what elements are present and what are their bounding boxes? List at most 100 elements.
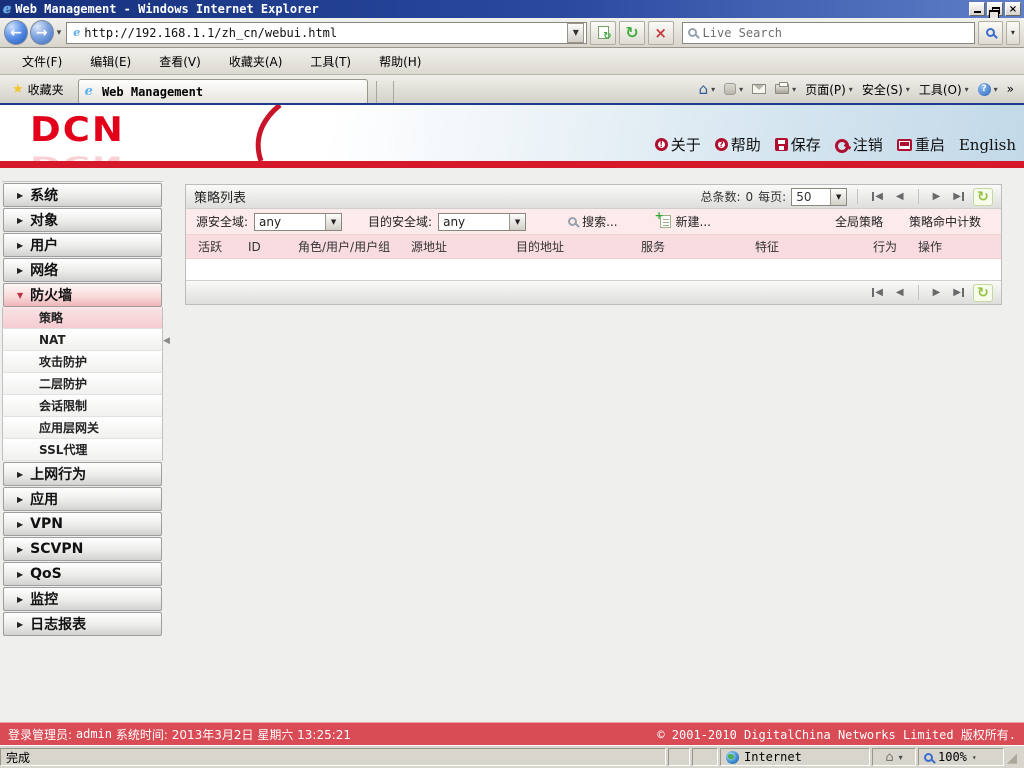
save-link[interactable]: 保存 [774,134,821,155]
panel-title: 策略列表 [194,191,247,206]
next-page-button[interactable]: ▶ [929,191,945,202]
stop-button[interactable]: × [647,20,674,45]
close-button[interactable]: × [1005,2,1021,16]
menu-file[interactable]: 文件(F) [8,50,76,73]
sidebar-item-firewall[interactable]: ▼ 防火墙 [3,283,162,307]
src-zone-select[interactable]: any ▼ [254,212,343,231]
dst-zone-select[interactable]: any ▼ [438,212,527,231]
policy-hit-count-link[interactable]: 策略命中计数 [899,213,991,230]
dropdown-icon: ▼ [325,213,342,230]
help-button[interactable]: ? ▾ [977,82,998,96]
protected-mode-button[interactable]: ⌂ ▾ [872,748,916,766]
favorites-label: 收藏夹 [27,82,64,97]
overflow-chevron[interactable]: » [1007,82,1014,96]
global-policy-link[interactable]: 全局策略 [825,213,893,230]
favorites-button[interactable]: ★ 收藏夹 [4,78,72,101]
sidebar-item-user[interactable]: ▶ 用户 [3,233,162,257]
save-label: 保存 [790,136,821,154]
sidebar-item-application[interactable]: ▶ 应用 [3,487,162,511]
new-policy-button[interactable]: 新建... [655,209,711,230]
next-page-icon: ▶ [932,287,941,298]
tab-web-management[interactable]: e Web Management [77,79,368,103]
new-tab-stub[interactable] [375,81,394,103]
sidebar-item-scvpn[interactable]: ▶ SCVPN [3,537,162,561]
dropdown-icon: ▾ [898,752,903,762]
zoom-icon [924,752,933,762]
about-link[interactable]: ! 关于 [654,134,701,155]
sidebar-item-web-behavior[interactable]: ▶ 上网行为 [3,462,162,486]
home-button[interactable]: ⌂ ▾ [699,80,716,98]
zoom-control[interactable]: 100% ▾ [918,748,1004,766]
help-link[interactable]: ? 帮助 [714,134,761,155]
dcn-header: DCN DCN !关于 ?帮助 保存 注销 重启 English [0,105,1024,161]
sidebar-item-label: 上网行为 [30,467,87,483]
live-search-input[interactable]: Live Search [681,21,975,44]
sidebar-item-log-report[interactable]: ▶ 日志报表 [3,612,162,636]
address-input[interactable]: e http://192.168.1.1/zh_cn/webui.html ▼ [66,21,588,44]
search-icon [687,28,697,37]
save-icon [774,138,788,151]
restore-button[interactable] [987,2,1003,20]
language-link[interactable]: English [959,136,1016,154]
sidebar-subitem-ssl-proxy[interactable]: SSL代理 [2,439,163,461]
print-button[interactable]: ▾ [775,82,796,94]
menu-tools[interactable]: 工具(T) [296,50,365,73]
menu-help[interactable]: 帮助(H) [365,50,435,73]
filter-bar: 源安全域: any ▼ 目的安全域: any ▼ 搜索... 新建... 全局策… [186,209,1001,235]
page-menu-button[interactable]: 页面(P) ▾ [805,81,853,98]
col-dst-address: 目的地址 [516,240,565,254]
logout-link[interactable]: 注销 [834,134,883,155]
compatibility-button[interactable] [590,20,617,45]
menu-favorites[interactable]: 收藏夹(A) [215,50,297,73]
safety-menu-button[interactable]: 安全(S) ▾ [862,81,910,98]
refresh-list-button[interactable]: ↻ [973,187,993,206]
last-page-icon: ▶ [953,191,961,202]
chevron-right-icon: ▶ [17,240,24,250]
last-page-button[interactable]: ▶ [949,191,968,202]
copyright-text: © 2001-2010 DigitalChina Networks Limite… [657,727,1016,742]
refresh-list-button[interactable]: ↻ [973,283,993,302]
menu-edit[interactable]: 编辑(E) [76,50,145,73]
recent-pages-dropdown[interactable]: ▾ [57,28,62,38]
logout-label: 注销 [852,136,883,154]
system-time-value: 2013年3月2日 星期六 13:25:21 [171,727,352,742]
sidebar-item-network[interactable]: ▶ 网络 [3,258,162,282]
feeds-button[interactable]: ▾ [724,83,743,95]
title-bar: e Web Management - Windows Internet Expl… [0,0,1024,20]
sidebar-subitem-policy[interactable]: 策略 [2,307,163,329]
search-options-button[interactable]: ▾ [1005,20,1020,45]
prev-page-button[interactable]: ◀ [892,287,908,298]
search-button[interactable]: 搜索... [568,213,618,230]
sidebar-subitem-attack-defense[interactable]: 攻击防护 [2,351,163,373]
last-page-button[interactable]: ▶ [949,287,968,298]
menu-view[interactable]: 查看(V) [145,50,215,73]
command-bar: ⌂ ▾ ▾ ▾ 页面(P) ▾ 安全(S) ▾ 工具(O) ▾ ? ▾ » [699,80,1020,98]
sidebar-subitem-nat[interactable]: NAT [2,329,163,351]
sidebar-subitem-session-limit[interactable]: 会话限制 [2,395,163,417]
read-mail-button[interactable] [752,84,767,94]
prev-page-button[interactable]: ◀ [892,191,908,202]
per-page-select[interactable]: 50 ▼ [791,187,848,206]
refresh-button[interactable]: ↻ [619,20,645,45]
minimize-button[interactable] [969,2,985,16]
first-page-button[interactable]: ◀ [868,191,887,202]
next-page-button[interactable]: ▶ [929,287,945,298]
forward-button[interactable]: → [29,20,54,45]
search-go-icon [985,28,995,37]
address-dropdown-button[interactable]: ▼ [567,22,585,43]
sidebar-subitem-l2-protection[interactable]: 二层防护 [2,373,163,395]
sidebar-item-qos[interactable]: ▶ QoS [3,562,162,586]
sidebar-item-object[interactable]: ▶ 对象 [3,208,162,232]
sidebar-item-monitor[interactable]: ▶ 监控 [3,587,162,611]
sidebar-item-vpn[interactable]: ▶ VPN [3,512,162,536]
search-go-button[interactable] [977,20,1003,45]
sidebar-item-system[interactable]: ▶ 系统 [3,183,162,207]
reboot-link[interactable]: 重启 [896,134,945,155]
first-page-button[interactable]: ◀ [868,287,887,298]
sidebar-subitem-alg[interactable]: 应用层网关 [2,417,163,439]
tools-menu-button[interactable]: 工具(O) ▾ [919,81,969,98]
sidebar-splitter[interactable]: ◀ [163,168,171,722]
resize-grip[interactable]: ◢ [1006,748,1022,766]
back-button[interactable]: ← [4,20,28,45]
login-label: 登录管理员: [8,727,73,742]
